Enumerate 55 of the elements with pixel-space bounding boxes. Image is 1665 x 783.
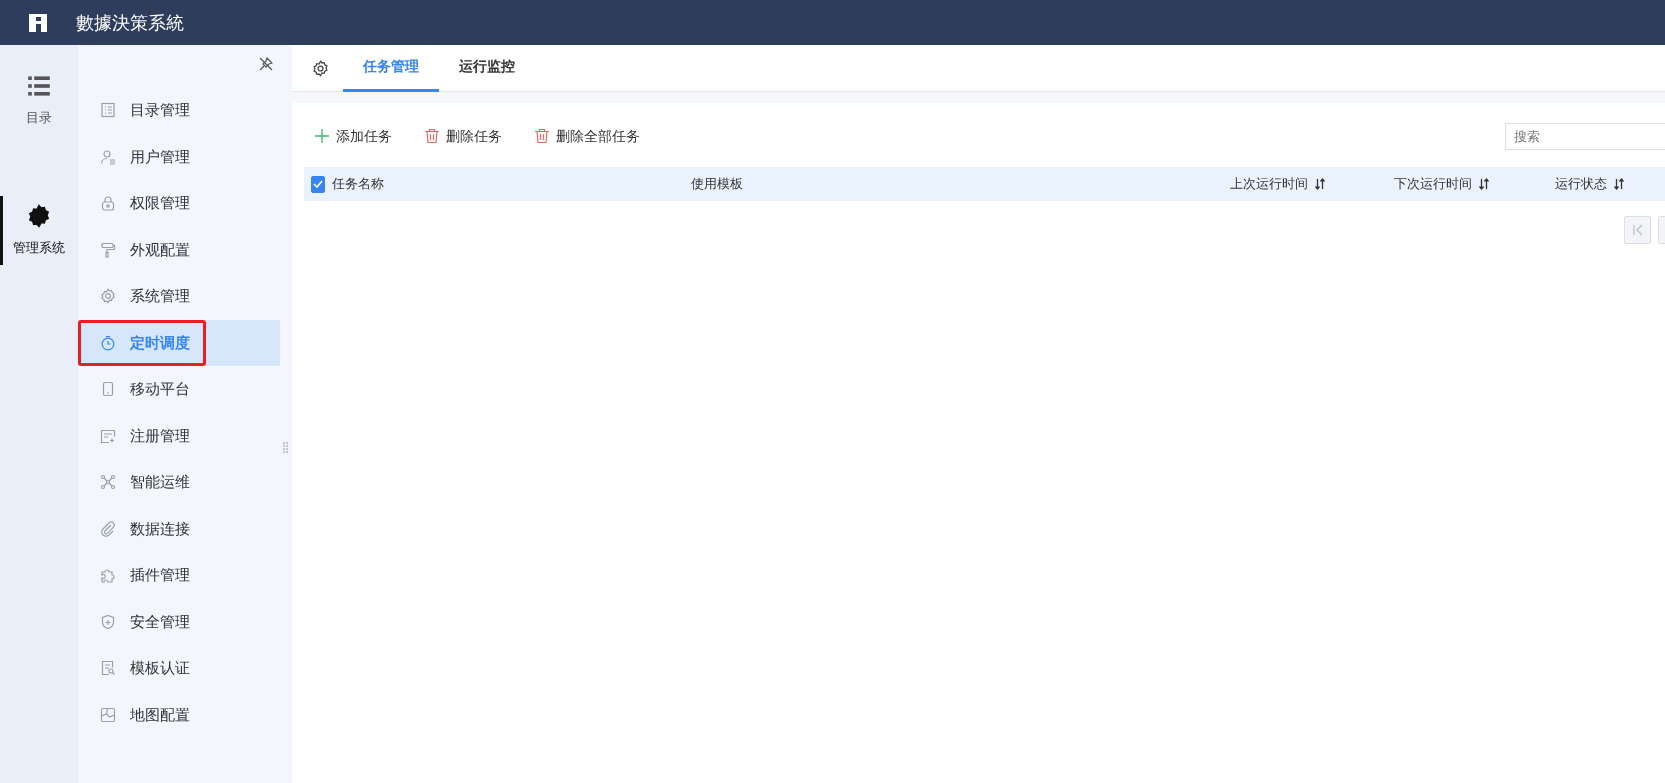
tab[interactable]: 运行监控 xyxy=(439,44,535,92)
column-header[interactable]: 运行状态 xyxy=(1555,174,1665,194)
logo-icon xyxy=(27,11,49,34)
rail-item[interactable]: 管理系统 xyxy=(0,195,78,265)
stopwatch-icon xyxy=(100,334,116,351)
gear-icon xyxy=(27,203,51,228)
shield-icon xyxy=(100,613,116,630)
select-all-checkbox[interactable] xyxy=(311,175,325,193)
phone-icon xyxy=(100,381,116,398)
search-field[interactable]: 搜索 xyxy=(1505,122,1665,150)
paperclip-icon xyxy=(100,520,116,537)
sidebar-item[interactable]: 数据连接 xyxy=(78,505,280,552)
plus-icon xyxy=(314,128,330,144)
sidebar-item[interactable]: 注册管理 xyxy=(78,412,280,459)
pin-icon[interactable] xyxy=(259,57,273,71)
gear-icon xyxy=(100,288,116,305)
sort-icon[interactable] xyxy=(1478,178,1490,190)
sidebar-item[interactable]: 模板认证 xyxy=(78,645,280,692)
sidebar-item[interactable]: 外观配置 xyxy=(78,226,280,273)
trash-icon xyxy=(534,128,550,144)
sort-icon[interactable] xyxy=(1314,178,1326,190)
delete-button[interactable]: 删除全部任务 xyxy=(534,125,640,147)
document-plus-icon xyxy=(100,427,116,444)
sidebar-item[interactable]: 用户管理 xyxy=(78,133,280,180)
sidebar-item[interactable]: 目录管理 xyxy=(78,87,280,134)
tab[interactable]: 任务管理 xyxy=(343,44,439,92)
document-search-icon xyxy=(100,660,116,677)
column-header[interactable]: 使用模板 xyxy=(691,174,1230,194)
sidebar-item[interactable]: 权限管理 xyxy=(78,180,280,227)
sidebar-item[interactable]: 地图配置 xyxy=(78,691,280,738)
map-icon xyxy=(100,706,116,723)
delete-button[interactable]: 删除任务 xyxy=(424,125,502,147)
sidebar-item[interactable]: 移动平台 xyxy=(78,366,280,413)
column-header[interactable]: 任务名称 xyxy=(332,174,691,194)
sidebar-item[interactable]: 系统管理 xyxy=(78,273,280,320)
resize-handle-icon[interactable] xyxy=(283,442,288,454)
column-header[interactable]: 上次运行时间 xyxy=(1230,174,1394,194)
sidebar-item[interactable]: 插件管理 xyxy=(78,552,280,599)
sidebar-item[interactable]: 安全管理 xyxy=(78,598,280,645)
user-icon xyxy=(100,148,116,165)
list-document-icon xyxy=(100,102,116,119)
rail-item[interactable]: 目录 xyxy=(0,66,78,136)
list-icon xyxy=(27,74,51,98)
paint-roller-icon xyxy=(100,241,116,258)
trash-icon xyxy=(424,128,440,144)
lock-icon xyxy=(100,195,116,212)
first-page-icon xyxy=(1631,224,1644,236)
column-header[interactable]: 下次运行时间 xyxy=(1394,174,1555,194)
network-icon xyxy=(100,474,116,491)
settings-icon[interactable] xyxy=(312,59,329,77)
add-task-button[interactable]: 添加任务 xyxy=(314,125,392,147)
sidebar-item[interactable]: 智能运维 xyxy=(78,459,280,506)
app-title: 數據決策系統 xyxy=(76,11,184,35)
sort-icon[interactable] xyxy=(1613,178,1625,190)
puzzle-icon xyxy=(100,567,116,584)
